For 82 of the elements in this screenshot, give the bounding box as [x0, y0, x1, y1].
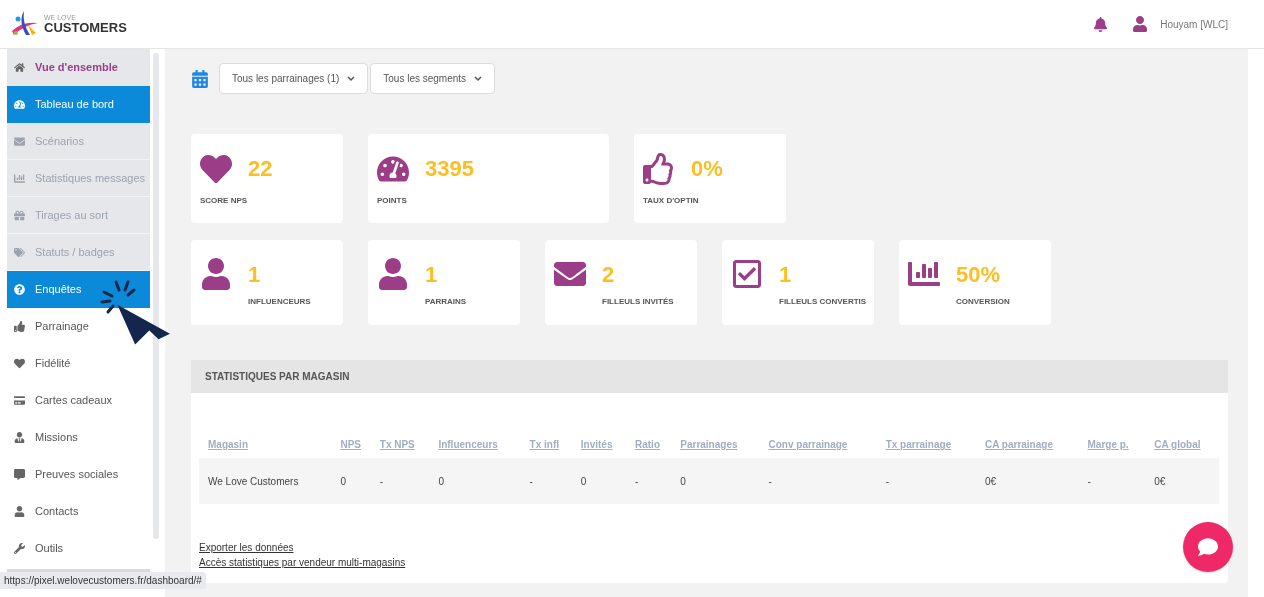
table-cell: We Love Customers — [208, 475, 299, 487]
wrench-icon — [14, 543, 25, 554]
heart-icon — [200, 152, 232, 185]
column-header[interactable]: Influenceurs — [438, 439, 498, 450]
calendar-icon[interactable] — [191, 69, 209, 88]
sidebar-item[interactable]: Tableau de bord — [7, 86, 150, 123]
sidebar-item[interactable]: Statuts / badges — [7, 234, 150, 271]
column-header[interactable]: Conv parrainage — [768, 439, 848, 450]
text-link[interactable]: Accès statistiques par vendeur multi-magasins — [199, 555, 406, 570]
column-header[interactable]: NPS — [340, 439, 361, 450]
stat-value: 1 — [248, 261, 262, 289]
stat-value: 1 — [425, 261, 439, 289]
sidebar-item[interactable]: Tirages au sort — [7, 197, 150, 234]
stat-label: SCORE NPS — [200, 195, 249, 207]
stat-value: 3395 — [425, 155, 474, 183]
stat-label: POINTS — [377, 195, 408, 207]
gift-icon — [14, 209, 25, 221]
stat-value: 1 — [779, 261, 793, 289]
stat-label: PARRAINS — [425, 296, 467, 308]
status-url: https://pixel.welovecustomers.fr/dashboard/# — [0, 572, 206, 589]
column-header[interactable]: Marge p. — [1087, 439, 1129, 450]
table-cell: 0 — [438, 475, 444, 487]
user-icon — [200, 258, 232, 290]
stat-label: CONVERSION — [956, 296, 1010, 308]
column-header[interactable]: Invités — [580, 439, 613, 450]
column-header[interactable]: Tx parrainage — [885, 439, 952, 450]
column-header[interactable]: Tx NPS — [379, 439, 415, 450]
table-cell: - — [529, 475, 533, 487]
person-icon — [14, 432, 25, 443]
tags-icon — [14, 246, 25, 258]
stat-label: INFLUENCEURS — [248, 296, 311, 308]
card-icon — [14, 395, 25, 406]
stat-label: TAUX D'OPTIN — [643, 195, 700, 207]
column-header[interactable]: Magasin — [208, 439, 248, 450]
table-cell: 0 — [340, 475, 346, 487]
chevron-icon — [474, 75, 483, 82]
thumbs-up-icon — [643, 152, 675, 185]
stat-value: 22 — [248, 155, 273, 183]
checkbox-icon — [731, 258, 763, 290]
column-header[interactable]: Parrainages — [680, 439, 738, 450]
logo-text: CUSTOMERS — [44, 21, 127, 34]
stat-label: FILLEULS CONVERTIS — [779, 296, 867, 308]
sidebar-item[interactable]: Enquêtes — [7, 271, 150, 308]
table-cell: 0€ — [1154, 475, 1166, 487]
table-cell: - — [885, 475, 889, 487]
column-header[interactable]: CA global — [1154, 439, 1201, 450]
sidebar-item[interactable]: Statistiques messages — [7, 160, 150, 197]
bell-icon[interactable] — [1093, 16, 1109, 32]
panel-title: STATISTIQUES PAR MAGASIN — [205, 370, 350, 384]
table-cell: - — [635, 475, 639, 487]
stat-value: 50% — [956, 261, 1002, 289]
table-cell: - — [1087, 475, 1091, 487]
dashboard-icon — [14, 99, 25, 110]
thumbs-up-icon — [14, 321, 25, 332]
column-header[interactable]: CA parrainage — [984, 439, 1053, 450]
user-icon — [14, 506, 25, 517]
table-cell: 0 — [680, 475, 686, 487]
user-name[interactable]: Houyam [WLC] — [1160, 16, 1228, 32]
filter-dropdown[interactable]: Tous les parrainages (1) — [219, 63, 369, 94]
table-cell: 0 — [580, 475, 587, 487]
stat-label: FILLEULS INVITÉS — [602, 296, 674, 308]
speech-bubble-icon — [14, 469, 25, 480]
sidebar-item[interactable]: Vue d'ensemble — [7, 49, 150, 86]
column-header[interactable]: Ratio — [635, 439, 660, 450]
user-avatar-icon[interactable] — [1132, 16, 1149, 32]
column-header[interactable]: Tx infl — [529, 439, 560, 450]
chevron-icon — [347, 75, 356, 82]
stat-value: 2 — [602, 261, 616, 289]
heart-icon — [14, 358, 25, 369]
stat-value: 0% — [691, 155, 723, 183]
sidebar-item[interactable]: Scénarios — [7, 123, 150, 160]
table-cell: 0€ — [984, 475, 997, 487]
user-icon — [377, 258, 409, 290]
question-icon — [14, 284, 25, 295]
table-cell: - — [379, 475, 384, 487]
table-cell: - — [768, 475, 772, 487]
text-link[interactable]: Exporter les données — [199, 540, 294, 555]
chat-icon — [1198, 537, 1218, 557]
filter-dropdown[interactable]: Tous les segments — [370, 63, 496, 94]
envelope-icon — [14, 135, 25, 147]
home-icon — [14, 62, 25, 73]
bar-chart-icon — [14, 172, 25, 184]
